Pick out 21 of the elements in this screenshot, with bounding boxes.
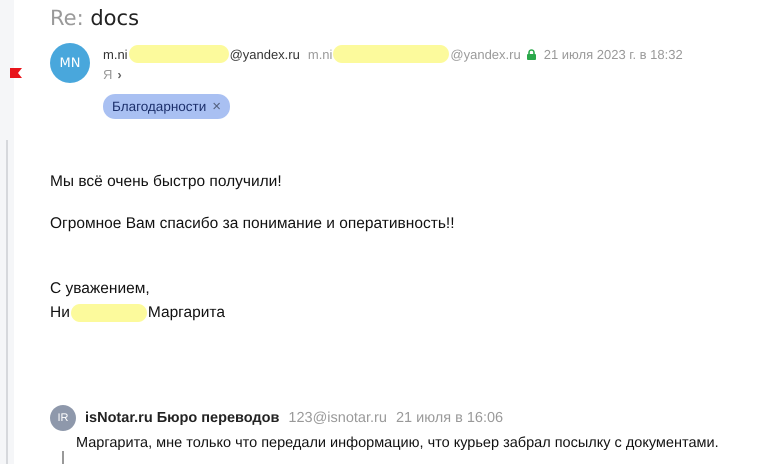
subject-title: docs	[90, 6, 140, 30]
signature-name-end: Маргарита	[148, 303, 225, 323]
body-paragraph: Огромное Вам спасибо за понимание и оперативность!!	[50, 215, 456, 233]
quoted-snippet[interactable]: Маргарита, мне только что передали информацию, что курьер забрал посылку с документами.	[76, 435, 719, 464]
close-icon[interactable]: ×	[212, 98, 222, 115]
quoted-sender[interactable]: isNotar.ru Бюро переводов	[85, 410, 280, 426]
label-tag[interactable]: Благодарности ×	[103, 94, 230, 119]
quoted-email: 123@isnotar.ru	[288, 410, 387, 426]
message-date: 21 июля 2023 г. в 18:32	[544, 46, 683, 62]
flag-icon[interactable]	[10, 68, 22, 78]
sender-email-start: m.ni	[308, 46, 332, 62]
signature-name-start: Ни	[50, 303, 70, 323]
tag-label: Благодарности	[112, 99, 206, 114]
quoted-date: 21 июля в 16:06	[396, 410, 504, 426]
signature-greeting: С уважением,	[50, 279, 151, 299]
body-paragraph: Мы всё очень быстро получили!	[50, 173, 283, 191]
sender-email-end: @yandex.ru	[450, 46, 521, 62]
sender-address-start[interactable]: m.ni	[103, 46, 128, 62]
expand-arrow[interactable]: ›	[117, 67, 122, 82]
sender-address-end[interactable]: @yandex.ru	[230, 46, 300, 62]
subject-prefix: Re:	[50, 6, 84, 30]
